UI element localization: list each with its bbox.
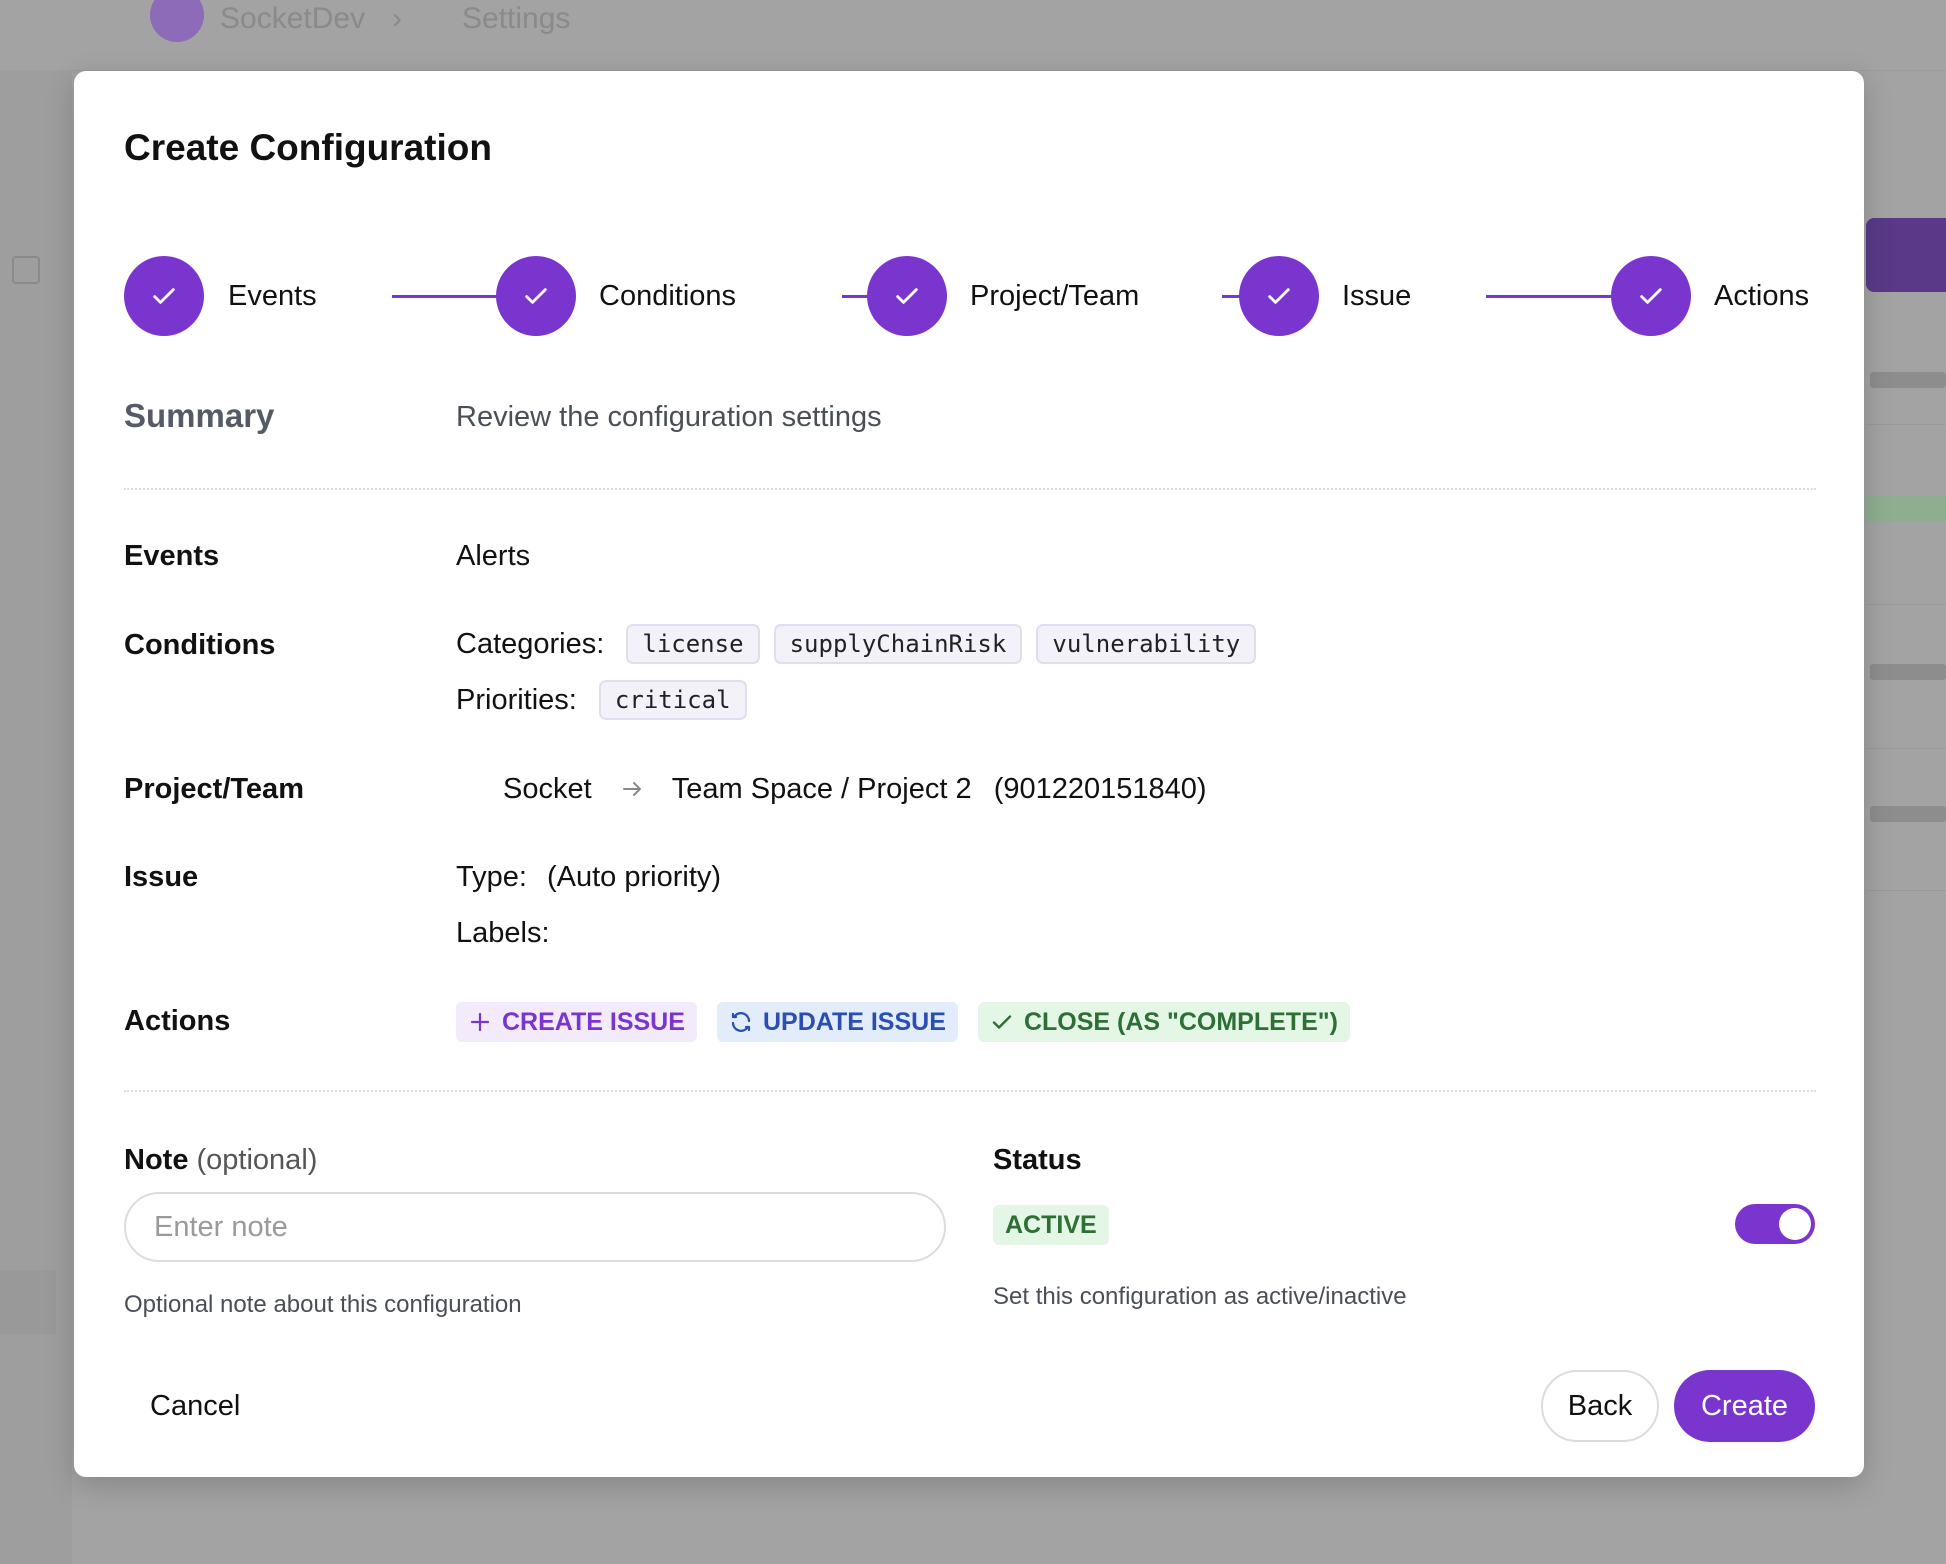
action-close-complete-badge: CLOSE (AS "COMPLETE")	[977, 1002, 1350, 1042]
toggle-knob	[1779, 1208, 1811, 1240]
project-team-label: Project/Team	[124, 773, 304, 805]
background-text	[1870, 664, 1946, 680]
category-tag: vulnerability	[1036, 624, 1257, 664]
project-team-id: (901220151840)	[993, 772, 1207, 805]
issue-type: Type: (Auto priority)	[456, 861, 721, 894]
check-icon	[525, 288, 547, 304]
issue-type-value: (Auto priority)	[547, 861, 722, 893]
background-text	[1870, 806, 1946, 822]
step-label-issue: Issue	[1342, 280, 1412, 312]
actions-label: Actions	[124, 1005, 231, 1037]
conditions-categories: Categories: license supplyChainRisk vuln…	[456, 624, 1262, 664]
background-divider	[1866, 424, 1946, 425]
action-label: UPDATE ISSUE	[762, 1007, 946, 1036]
categories-label: Categories:	[456, 627, 605, 660]
arrow-right-icon	[622, 782, 641, 797]
step-actions-complete-icon[interactable]	[1611, 256, 1691, 336]
category-tag: supplyChainRisk	[773, 624, 1023, 664]
step-conditions-complete-icon[interactable]	[496, 256, 576, 336]
project-team-destination: Team Space / Project 2	[671, 772, 972, 805]
summary-title: Summary	[124, 397, 275, 434]
conditions-label: Conditions	[124, 629, 276, 661]
summary-description: Review the configuration settings	[456, 401, 882, 433]
check-icon	[896, 288, 918, 304]
background-sidebar-icon	[12, 256, 40, 284]
cancel-button[interactable]: Cancel	[124, 1370, 266, 1442]
action-label: CLOSE (AS "COMPLETE")	[1023, 1007, 1338, 1036]
background-topbar: SocketDev › Settings	[0, 0, 1946, 71]
action-label: CREATE ISSUE	[502, 1007, 685, 1036]
issue-type-label: Type:	[456, 861, 527, 893]
check-icon	[1268, 288, 1290, 304]
check-icon	[1640, 288, 1662, 304]
step-events-complete-icon[interactable]	[124, 256, 204, 336]
background-text	[1870, 372, 1946, 388]
dialog-title: Create Configuration	[124, 127, 492, 168]
action-create-issue-badge: CREATE ISSUE	[456, 1002, 697, 1042]
status-help-text: Set this configuration as active/inactiv…	[993, 1283, 1407, 1310]
chevron-right-icon: ›	[392, 2, 402, 35]
note-help-text: Optional note about this configuration	[124, 1291, 522, 1318]
section-divider	[124, 1090, 1816, 1092]
note-input[interactable]	[124, 1192, 946, 1262]
step-label-conditions: Conditions	[599, 280, 737, 312]
priorities-label: Priorities:	[456, 683, 577, 716]
action-update-issue-badge: UPDATE ISSUE	[716, 1002, 958, 1042]
section-divider	[124, 488, 1816, 490]
background-divider	[1866, 604, 1946, 605]
back-button[interactable]: Back	[1541, 1370, 1659, 1442]
events-label: Events	[124, 540, 220, 572]
status-badge: ACTIVE	[993, 1205, 1109, 1245]
note-label: Note (optional)	[124, 1144, 317, 1177]
events-value: Alerts	[456, 540, 531, 572]
plus-icon	[470, 1012, 490, 1032]
background-breadcrumb-page: Settings	[462, 2, 571, 35]
conditions-priorities: Priorities: critical	[456, 680, 753, 720]
step-label-events: Events	[228, 280, 317, 312]
priority-tag: critical	[598, 680, 747, 720]
step-issue-complete-icon[interactable]	[1239, 256, 1319, 336]
issue-labels: Labels:	[456, 917, 562, 950]
create-button[interactable]: Create	[1674, 1370, 1815, 1442]
background-badge	[1866, 496, 1946, 522]
background-divider	[1866, 890, 1946, 891]
issue-labels-label: Labels:	[456, 917, 550, 949]
background-sidebar	[0, 70, 72, 1564]
refresh-icon	[731, 1012, 751, 1032]
background-divider	[1866, 748, 1946, 749]
note-optional-text: (optional)	[196, 1144, 318, 1176]
issue-label: Issue	[124, 861, 199, 893]
background-sidebar-block	[0, 1270, 56, 1334]
org-logo-icon	[150, 0, 204, 42]
project-team-source: Socket	[503, 772, 592, 805]
stepper: Events Conditions Project/Team Issue Act…	[124, 256, 1814, 336]
background-breadcrumb-org: SocketDev	[220, 2, 366, 35]
category-tag: license	[626, 624, 760, 664]
status-toggle[interactable]	[1735, 1204, 1815, 1244]
create-configuration-dialog: Create Configuration Events Conditions P…	[74, 71, 1864, 1477]
step-project-team-complete-icon[interactable]	[867, 256, 947, 336]
check-icon	[153, 288, 175, 304]
step-label-project-team: Project/Team	[970, 280, 1140, 312]
actions-list: CREATE ISSUE UPDATE ISSUE CLOSE (AS "COM…	[456, 1002, 1362, 1042]
check-icon	[992, 1015, 1012, 1029]
status-label: Status	[993, 1144, 1082, 1176]
project-team-value: Socket Team Space / Project 2 (901220151…	[503, 772, 1207, 806]
background-primary-button	[1866, 218, 1946, 292]
step-label-actions: Actions	[1714, 280, 1810, 312]
note-label-text: Note	[124, 1144, 189, 1176]
